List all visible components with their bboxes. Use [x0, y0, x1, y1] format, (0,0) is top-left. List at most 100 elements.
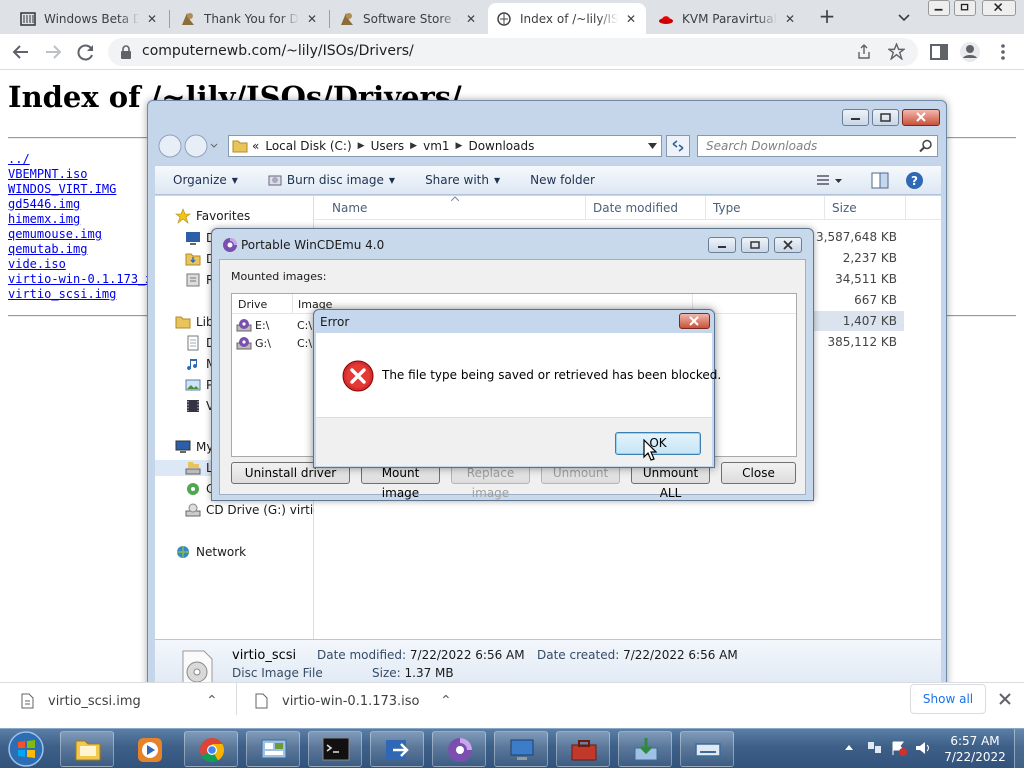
back-forward-icon[interactable]	[157, 133, 219, 159]
new-folder-button[interactable]: New folder	[530, 173, 595, 187]
file-link[interactable]: VBEMPNT.iso	[8, 167, 153, 182]
breadcrumb-item[interactable]: Downloads	[468, 139, 534, 153]
close-dialog-button[interactable]: Close	[721, 462, 796, 484]
menu-dots-icon[interactable]	[990, 39, 1016, 65]
file-link[interactable]: himemx.img	[8, 212, 153, 227]
column-type[interactable]: Type	[713, 201, 741, 215]
star-icon[interactable]	[888, 43, 905, 60]
close-button[interactable]	[902, 109, 940, 126]
taskbar-explorer[interactable]	[60, 731, 114, 767]
file-link[interactable]: virtio_scsi.img	[8, 287, 153, 302]
breadcrumb-item[interactable]: vm1	[423, 139, 449, 153]
close-window-button[interactable]	[982, 0, 1016, 16]
taskbar-computer[interactable]	[494, 731, 548, 767]
forward-arrow-icon[interactable]	[40, 39, 66, 65]
taskbar-migration[interactable]	[370, 731, 424, 767]
chevron-down-icon[interactable]	[648, 143, 657, 150]
minimize-button[interactable]	[928, 0, 950, 16]
file-link[interactable]: vide.iso	[8, 257, 153, 272]
minimize-button[interactable]	[842, 109, 869, 126]
tab-thank-you[interactable]: Thank You for Downloading ✕	[172, 3, 327, 34]
file-link[interactable]: WINDOS_VIRT.IMG	[8, 182, 153, 197]
taskbar-control-panel[interactable]	[246, 731, 300, 767]
file-link[interactable]: qemutab.img	[8, 242, 153, 257]
column-name[interactable]: Name	[332, 201, 367, 215]
file-link[interactable]: gd5446.img	[8, 197, 153, 212]
column-drive[interactable]: Drive	[238, 298, 267, 311]
taskbar-wincdemu[interactable]	[432, 731, 486, 767]
nav-lib-pictures[interactable]: P	[185, 377, 213, 393]
close-button[interactable]	[679, 313, 710, 329]
file-link[interactable]: qemumouse.img	[8, 227, 153, 242]
tab-index-of[interactable]: Index of /~lily/ISOs/Drivers ✕	[488, 3, 646, 34]
maximize-button[interactable]	[741, 237, 769, 253]
maximize-button[interactable]	[872, 109, 899, 126]
column-date-modified[interactable]: Date modified	[593, 201, 678, 215]
breadcrumb-item[interactable]: Users	[371, 139, 405, 153]
nav-cd-drive-g[interactable]: CD Drive (G:) virtio-w	[185, 502, 335, 518]
help-icon[interactable]: ?	[905, 171, 924, 190]
chevron-up-icon[interactable]: ⌃	[440, 693, 452, 709]
close-icon[interactable]	[998, 692, 1012, 706]
close-icon[interactable]: ✕	[145, 12, 159, 26]
close-button[interactable]	[774, 237, 802, 253]
nav-lib-videos[interactable]: V	[185, 398, 214, 414]
file-size: 2,237 KB	[842, 251, 897, 265]
start-button-icon[interactable]	[6, 730, 46, 768]
maximize-button[interactable]	[954, 0, 976, 16]
taskbar-media-player[interactable]	[122, 731, 176, 767]
download-item[interactable]: virtio-win-0.1.173.iso ⌃	[254, 693, 454, 709]
taskbar-drive[interactable]	[680, 731, 734, 767]
show-hidden-icons-icon[interactable]	[844, 743, 854, 751]
chevron-up-icon[interactable]: ⌃	[206, 693, 218, 709]
chevron-down-icon[interactable]	[896, 9, 912, 25]
side-panel-icon[interactable]	[926, 39, 952, 65]
reload-icon[interactable]	[73, 39, 99, 65]
tab-windows-beta[interactable]: Windows Beta Development ✕	[12, 3, 167, 34]
file-link[interactable]: virtio-win-0.1.173_x	[8, 272, 153, 287]
clock[interactable]: 6:57 AM 7/22/2022	[940, 733, 1010, 765]
close-icon[interactable]: ✕	[624, 12, 638, 26]
nav-cd-drive-e[interactable]: C	[185, 481, 214, 497]
nav-favorites[interactable]: Favorites	[175, 208, 250, 224]
new-tab-button[interactable]: +	[816, 6, 838, 28]
burn-disc-image-button[interactable]: Burn disc image ▼	[268, 173, 395, 187]
taskbar-cmd[interactable]	[308, 731, 362, 767]
address-bar[interactable]: computernewb.com/~lily/ISOs/Drivers/	[108, 38, 918, 66]
list-row[interactable]: G:\ C:\	[236, 336, 312, 350]
taskbar-toolbox[interactable]	[556, 731, 610, 767]
action-center-icon[interactable]	[890, 740, 908, 756]
file-link[interactable]: ../	[8, 152, 153, 167]
ok-button[interactable]: OK	[615, 432, 701, 455]
nav-fav-recent[interactable]: R	[185, 272, 214, 288]
list-row[interactable]: E:\ C:\	[236, 318, 312, 332]
taskbar-install[interactable]	[618, 731, 672, 767]
show-all-button[interactable]: Show all	[910, 684, 986, 714]
search-input[interactable]: Search Downloads	[697, 135, 938, 157]
taskbar-chrome[interactable]	[184, 731, 238, 767]
close-icon[interactable]: ✕	[464, 12, 478, 26]
share-with-menu[interactable]: Share with ▼	[425, 173, 500, 187]
column-size[interactable]: Size	[832, 201, 857, 215]
preview-pane-icon[interactable]	[871, 172, 889, 189]
breadcrumb-overflow[interactable]: «	[252, 139, 259, 153]
back-arrow-icon[interactable]	[8, 39, 34, 65]
close-icon[interactable]: ✕	[305, 12, 319, 26]
refresh-button[interactable]	[666, 135, 690, 157]
tab-kvm-drivers[interactable]: KVM Paravirtualized Drivers ✕	[650, 3, 805, 34]
close-icon[interactable]: ✕	[783, 12, 797, 26]
profile-avatar-icon[interactable]	[957, 39, 983, 65]
organize-menu[interactable]: Organize ▼	[173, 173, 238, 187]
nav-computer[interactable]: My	[175, 439, 213, 455]
download-item[interactable]: virtio_scsi.img ⌃	[20, 693, 225, 709]
volume-icon[interactable]	[914, 740, 932, 756]
breadcrumb-item[interactable]: Local Disk (C:)	[265, 139, 351, 153]
explorer-address-bar[interactable]: « Local Disk (C:) ▶ Users ▶ vm1 ▶ Downloads	[228, 135, 662, 157]
nav-network[interactable]: Network	[175, 544, 246, 560]
show-desktop-button[interactable]	[1014, 729, 1024, 768]
share-icon[interactable]	[856, 44, 872, 60]
tab-software-store[interactable]: Software Store - Free ✕	[331, 3, 486, 34]
minimize-button[interactable]	[708, 237, 736, 253]
network-tray-icon[interactable]	[866, 740, 884, 756]
view-options-icon[interactable]	[815, 173, 845, 189]
